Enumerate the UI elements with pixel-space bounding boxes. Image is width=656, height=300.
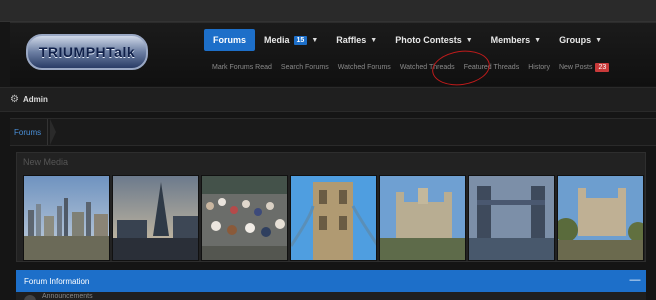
- chevron-down-icon[interactable]: ▼: [595, 37, 602, 44]
- forum-status-icon: [24, 295, 36, 300]
- top-strip: [0, 0, 656, 22]
- tab-media-label: Media: [264, 35, 290, 45]
- tab-groups[interactable]: Groups ▼: [550, 29, 611, 51]
- media-count-badge: 15: [293, 35, 308, 45]
- tab-photo-contests-label: Photo Contests: [395, 35, 462, 45]
- announcements-row: Announcements: [16, 292, 646, 300]
- site-logo[interactable]: TRIUMPHTalk: [26, 34, 148, 70]
- history-link[interactable]: History: [528, 64, 550, 71]
- tab-forums-label: Forums: [213, 35, 247, 45]
- london-skyline-thumbnail[interactable]: [23, 175, 110, 261]
- chevron-down-icon[interactable]: ▼: [534, 37, 541, 44]
- search-forums-link[interactable]: Search Forums: [281, 64, 329, 71]
- breadcrumb-forums[interactable]: Forums: [10, 119, 49, 145]
- forum-information-header: Forum Information —: [16, 270, 646, 292]
- gear-icon[interactable]: ⚙: [10, 94, 19, 105]
- tab-forums[interactable]: Forums: [204, 29, 256, 51]
- tab-groups-label: Groups: [559, 35, 592, 45]
- tower-of-london-thumbnail[interactable]: [379, 175, 466, 261]
- minus-icon[interactable]: —: [628, 273, 642, 287]
- crowd-bridge-thumbnail[interactable]: [201, 175, 288, 261]
- chevron-down-icon[interactable]: ▼: [466, 37, 473, 44]
- new-media-block: New Media: [16, 152, 646, 262]
- sub-nav: Mark Forums Read Search Forums Watched F…: [212, 63, 618, 72]
- forum-information-title: Forum Information: [24, 276, 90, 286]
- media-thumbnails: [23, 175, 644, 261]
- tower-bridge-river-thumbnail[interactable]: [468, 175, 555, 261]
- tab-photo-contests[interactable]: Photo Contests ▼: [386, 29, 481, 51]
- new-posts-link[interactable]: New Posts 23: [558, 63, 610, 72]
- breadcrumb-arrow: [50, 119, 56, 145]
- announcements-link[interactable]: Announcements: [42, 293, 93, 300]
- admin-bar: ⚙ Admin: [0, 87, 656, 112]
- chevron-down-icon[interactable]: ▼: [311, 37, 318, 44]
- tab-members[interactable]: Members ▼: [482, 29, 550, 51]
- admin-link[interactable]: Admin: [23, 95, 48, 104]
- tab-raffles[interactable]: Raffles ▼: [327, 29, 386, 51]
- tab-raffles-label: Raffles: [336, 35, 367, 45]
- mark-forums-read-link[interactable]: Mark Forums Read: [212, 64, 272, 71]
- new-posts-label: New Posts: [558, 64, 593, 71]
- tower-bridge-closeup-thumbnail[interactable]: [290, 175, 377, 261]
- logo-text: TRIUMPHTalk: [38, 44, 136, 60]
- breadcrumb: Forums: [10, 118, 656, 146]
- chevron-down-icon[interactable]: ▼: [370, 37, 377, 44]
- tower-of-london-trees-thumbnail[interactable]: [557, 175, 644, 261]
- new-posts-badge: 23: [595, 63, 610, 72]
- tab-media[interactable]: Media 15 ▼: [255, 29, 327, 51]
- tab-members-label: Members: [490, 35, 531, 45]
- watched-forums-link[interactable]: Watched Forums: [338, 64, 391, 71]
- shard-skyline-thumbnail[interactable]: [112, 175, 199, 261]
- new-media-title: New Media: [23, 157, 69, 167]
- main-nav: Forums Media 15 ▼ Raffles ▼ Photo Contes…: [204, 29, 611, 51]
